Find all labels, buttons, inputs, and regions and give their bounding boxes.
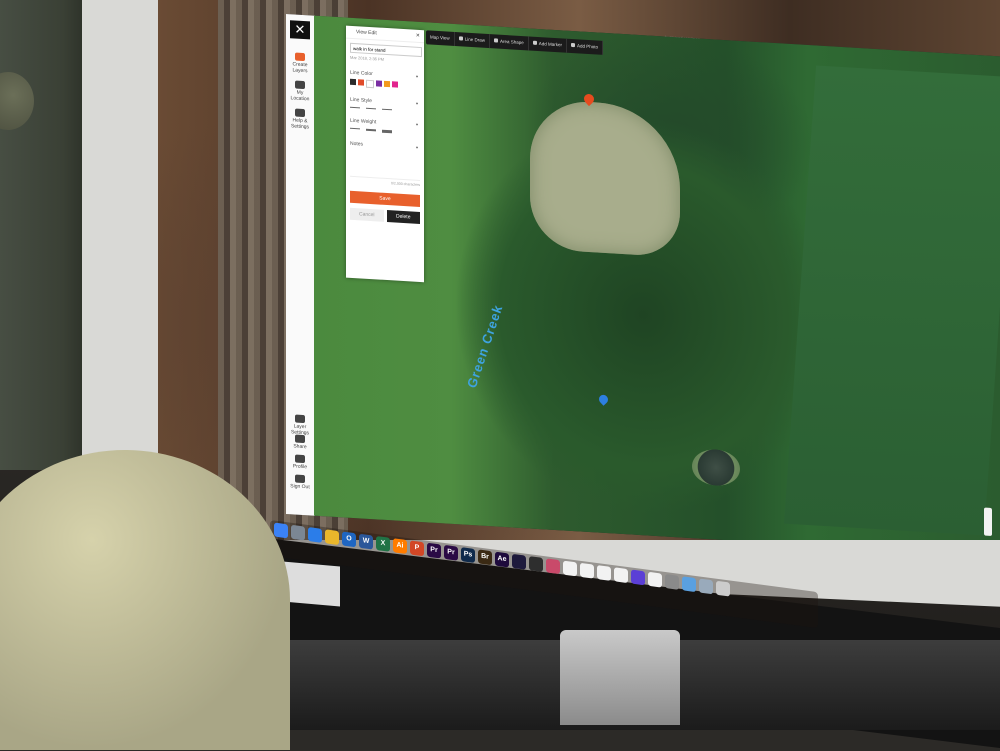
line-weight-medium[interactable] — [366, 128, 376, 132]
swatch[interactable] — [350, 78, 356, 86]
launchpad-icon[interactable] — [291, 524, 305, 541]
rail-item-profile[interactable]: Profile — [288, 454, 312, 470]
panel-title: View Edit — [356, 29, 377, 37]
finder-icon[interactable] — [274, 522, 288, 539]
toolbar-add-photo[interactable]: Add Photo — [567, 38, 604, 55]
close-icon[interactable]: ✕ — [290, 20, 310, 40]
map-clearing — [530, 98, 680, 258]
toolbar-add-marker[interactable]: Add Marker — [528, 36, 567, 53]
toolbar-map-view[interactable]: Map View — [426, 30, 455, 47]
trash-icon[interactable] — [716, 580, 730, 597]
rail-item-create-layers[interactable]: Create Layers — [288, 52, 312, 74]
browser-app-window: huntstand.com/map ✕ Create Layers My Loc… — [286, 14, 1000, 540]
user-icon — [295, 454, 305, 464]
word-icon[interactable]: W — [359, 533, 373, 550]
location-icon — [295, 80, 305, 90]
line-color-section: Line Color ▾ — [350, 70, 420, 91]
line-weight-options — [350, 127, 420, 135]
delete-button[interactable]: Delete — [386, 209, 420, 224]
outlook-icon[interactable]: O — [342, 531, 356, 548]
gear-icon — [295, 108, 305, 118]
line-weight-thin[interactable] — [350, 127, 360, 130]
toolbar-line-draw[interactable]: Line Draw — [454, 32, 490, 49]
premiere-icon[interactable]: Pr — [427, 542, 441, 559]
layers-icon — [295, 52, 305, 62]
line-style-dotted[interactable] — [382, 108, 392, 111]
creek-label: Green Creek — [464, 302, 506, 391]
desktop-screen: huntstand.com/map ✕ Create Layers My Loc… — [158, 0, 1000, 540]
rail-item-sign-out[interactable]: Sign Out — [288, 474, 312, 490]
line-weight-thick[interactable] — [382, 129, 392, 134]
map-field — [783, 65, 1000, 536]
shape-icon — [493, 38, 498, 43]
save-button[interactable]: Save — [350, 190, 420, 207]
zoom-controls[interactable] — [984, 507, 992, 536]
map-marker-blue-icon[interactable] — [597, 392, 610, 406]
satellite-map[interactable]: Green Creek Map View Line Draw Area Shap… — [314, 15, 1000, 540]
map-toolbar: Map View Line Draw Area Shape Add Marker… — [426, 30, 604, 55]
notes-section: Notes ▾ — [350, 140, 418, 150]
reminders-icon[interactable] — [580, 562, 594, 579]
rail-item-my-location[interactable]: My Location — [288, 80, 312, 102]
pen-icon — [458, 36, 463, 41]
premiere-rush-icon[interactable]: Pr — [444, 544, 458, 561]
calendar-icon[interactable] — [597, 565, 611, 581]
map-pond — [692, 448, 740, 487]
resolve-icon[interactable] — [529, 556, 543, 572]
chevron-icon[interactable]: ▾ — [416, 145, 418, 150]
safari-icon[interactable] — [308, 527, 322, 543]
rail-item-help-settings[interactable]: Help & Settings — [288, 108, 312, 130]
swatch[interactable] — [366, 79, 374, 89]
panel-actions: Cancel Delete — [350, 207, 420, 224]
line-style-dashed[interactable] — [366, 107, 376, 110]
powerpoint-icon[interactable]: P — [410, 540, 424, 557]
view-edit-panel: View Edit ✕ Mar 2018, 2:36 PM Line Color… — [346, 25, 424, 283]
cancel-button[interactable]: Cancel — [350, 207, 384, 222]
rail-item-share[interactable]: Share — [288, 434, 312, 450]
photoshop-icon[interactable]: Ps — [461, 547, 475, 563]
swatch[interactable] — [358, 79, 364, 86]
notes-icon[interactable] — [563, 560, 577, 577]
sign-out-icon — [295, 474, 305, 484]
after-effects-icon[interactable]: Ae — [495, 551, 509, 568]
chevron-icon[interactable]: ▾ — [416, 74, 418, 79]
itunes-icon[interactable] — [648, 571, 662, 588]
swatch[interactable] — [376, 80, 382, 87]
preview-icon[interactable] — [699, 578, 713, 595]
left-rail: ✕ Create Layers My Location Help & Setti… — [286, 14, 315, 516]
color-swatches — [350, 78, 420, 91]
line-weight-section: Line Weight ▾ — [350, 118, 420, 135]
notes-textarea[interactable] — [350, 149, 420, 181]
chrome-icon[interactable] — [325, 529, 339, 546]
photos-icon[interactable] — [614, 567, 628, 584]
bridge-icon[interactable]: Br — [478, 549, 492, 566]
davinci-icon[interactable] — [546, 558, 560, 575]
panel-header: View Edit ✕ — [346, 25, 424, 44]
share-icon — [295, 434, 305, 444]
messages-icon[interactable] — [631, 569, 645, 586]
line-style-solid[interactable] — [350, 106, 360, 109]
chevron-icon[interactable]: ▾ — [416, 101, 418, 106]
layers-settings-icon — [295, 414, 305, 424]
line-style-options — [350, 106, 420, 112]
excel-icon[interactable]: X — [376, 535, 390, 552]
swatch[interactable] — [392, 81, 398, 88]
line-style-section: Line Style ▾ — [350, 97, 420, 112]
close-icon[interactable]: ✕ — [416, 30, 420, 42]
media-encoder-icon[interactable] — [512, 553, 526, 570]
chevron-icon[interactable]: ▾ — [416, 122, 418, 127]
camera-icon — [571, 42, 575, 48]
monitor-stand — [560, 630, 680, 725]
folder-icon[interactable] — [682, 576, 696, 593]
marker-icon — [532, 40, 537, 45]
settings-icon[interactable] — [665, 574, 679, 590]
wall — [0, 0, 90, 470]
illustrator-icon[interactable]: Ai — [393, 538, 407, 555]
swatch[interactable] — [384, 80, 390, 88]
rail-item-layer-settings[interactable]: Layer Settings — [288, 414, 312, 436]
toolbar-area-shape[interactable]: Area Shape — [489, 34, 529, 51]
